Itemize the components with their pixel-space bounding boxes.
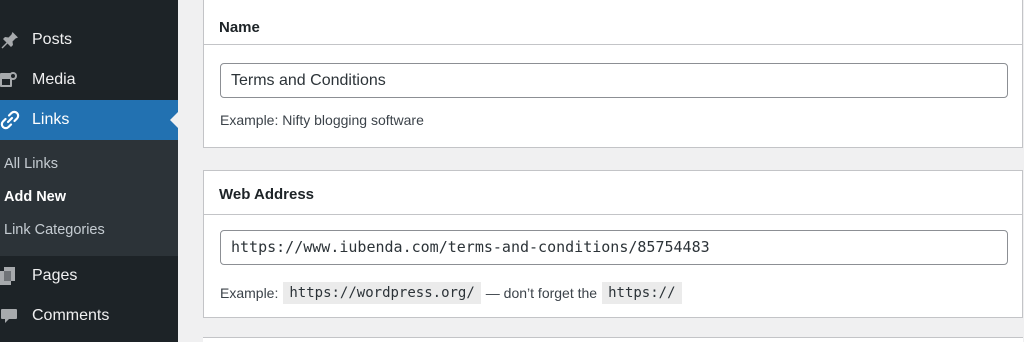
links-submenu: All Links Add New Link Categories [0, 140, 178, 256]
menu-item-links[interactable]: Links [0, 100, 178, 140]
help-example-url: https://wordpress.org/ [283, 282, 481, 304]
menu-item-posts[interactable]: Posts [0, 20, 178, 60]
menu-label-comments: Comments [32, 307, 110, 324]
media-icon [0, 70, 20, 90]
menu-label-links: Links [32, 111, 70, 128]
pin-icon [0, 30, 20, 50]
admin-sidebar: Posts Media Links All Links Add New Link… [0, 0, 178, 342]
help-protocol: https:// [602, 282, 682, 304]
menu-item-media[interactable]: Media [0, 60, 178, 100]
link-name-input[interactable]: Terms and Conditions [220, 63, 1008, 98]
link-url-help: Example: https://wordpress.org/ — don’t … [220, 282, 687, 304]
web-address-postbox: Web Address https://www.iubenda.com/term… [203, 170, 1023, 318]
next-postbox-edge [203, 337, 1023, 342]
current-menu-arrow-icon [170, 112, 178, 128]
menu-label-pages: Pages [32, 267, 78, 284]
menu-label-media: Media [32, 71, 76, 88]
name-postbox-header: Name [204, 0, 1022, 45]
submenu-link-categories[interactable]: Link Categories [4, 222, 105, 238]
help-middle-text: — don’t forget the [485, 285, 598, 301]
web-address-postbox-header: Web Address [204, 171, 1022, 215]
name-postbox: Name Terms and Conditions Example: Nifty… [203, 0, 1023, 148]
help-prefix: Example: [220, 285, 279, 301]
comment-icon [0, 306, 20, 326]
menu-item-comments[interactable]: Comments [0, 296, 178, 336]
menu-item-pages[interactable]: Pages [0, 256, 178, 296]
pages-icon [0, 266, 20, 286]
menu-label-posts: Posts [32, 31, 73, 48]
submenu-all-links[interactable]: All Links [4, 156, 58, 172]
link-icon [0, 110, 20, 130]
link-url-input[interactable]: https://www.iubenda.com/terms-and-condit… [220, 230, 1008, 265]
name-postbox-title: Name [219, 19, 260, 36]
submenu-add-new[interactable]: Add New [4, 189, 66, 205]
web-address-postbox-title: Web Address [219, 186, 315, 203]
link-name-help: Example: Nifty blogging software [220, 112, 424, 128]
